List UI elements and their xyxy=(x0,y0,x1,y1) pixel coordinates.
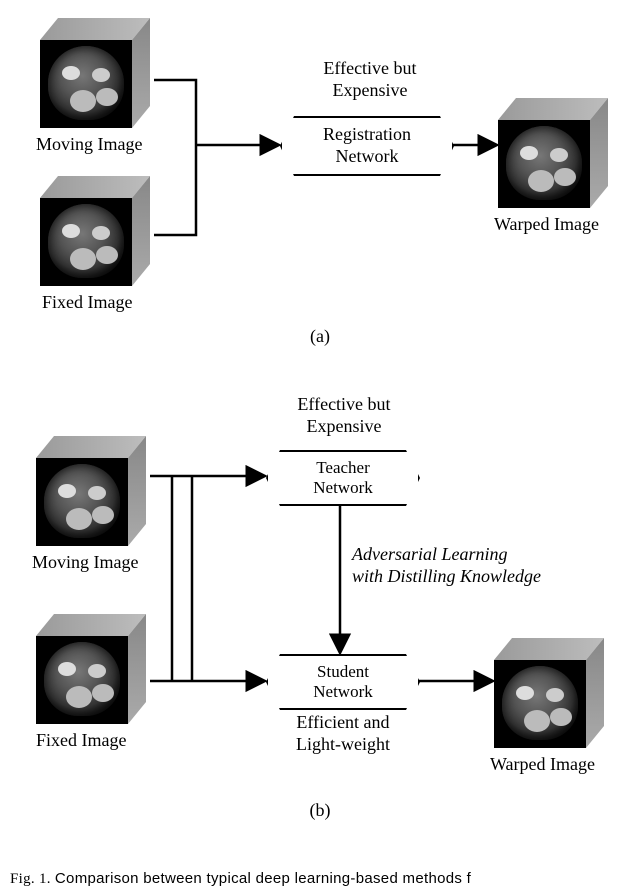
annot-effective-expensive-b: Effective but Expensive xyxy=(264,394,424,437)
annot-efficient: Efficient and Light-weight xyxy=(268,712,418,755)
moving-image-label: Moving Image xyxy=(36,134,142,155)
warped-image-cube-b xyxy=(494,638,604,748)
figure-b: Moving Image Fixed Image Effective but E… xyxy=(0,376,640,876)
annot-adversarial: Adversarial Learning with Distilling Kno… xyxy=(352,544,602,587)
warped-image-label-a: Warped Image xyxy=(494,214,599,235)
warped-image-label-b: Warped Image xyxy=(490,754,595,775)
figure-a: Moving Image Fixed Image Effective but E… xyxy=(0,0,640,350)
registration-network-box: Registration Network xyxy=(280,116,454,176)
fixed-image-label-b: Fixed Image xyxy=(36,730,126,751)
warped-image-cube-a xyxy=(498,98,608,208)
moving-image-cube xyxy=(40,18,150,128)
moving-image-cube-b xyxy=(36,436,146,546)
moving-image-label-b: Moving Image xyxy=(32,552,138,573)
annot-effective-expensive-a: Effective but Expensive xyxy=(290,58,450,101)
figure-caption-fragment: Fig. 1. Comparison between typical deep … xyxy=(10,870,471,888)
sub-b: (b) xyxy=(0,800,640,821)
sub-a: (a) xyxy=(0,326,640,347)
fixed-image-cube xyxy=(40,176,150,286)
student-network-box: Student Network xyxy=(266,654,420,710)
teacher-network-box: Teacher Network xyxy=(266,450,420,506)
fixed-image-label: Fixed Image xyxy=(42,292,132,313)
fixed-image-cube-b xyxy=(36,614,146,724)
caption-text: Comparison between typical deep learning… xyxy=(55,870,471,887)
